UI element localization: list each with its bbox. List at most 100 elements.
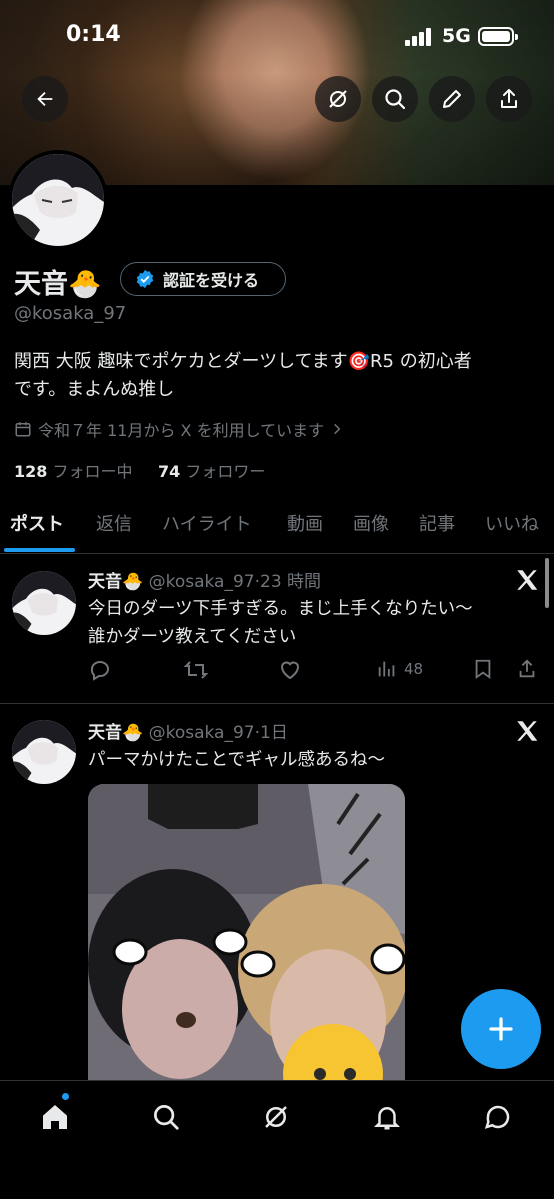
repost-icon	[184, 661, 208, 679]
post-time: 1日	[260, 723, 288, 743]
avatar-image	[12, 720, 76, 784]
search-button[interactable]	[372, 76, 418, 122]
plus-icon	[489, 1017, 513, 1041]
post-text: パーマかけたことでギャル感あるね〜	[88, 746, 538, 774]
edit-button[interactable]	[429, 76, 475, 122]
views-count: 48	[404, 660, 424, 678]
tab-videos[interactable]: 動画	[287, 510, 323, 536]
display-name: 天音🐣	[14, 262, 102, 301]
back-button[interactable]	[22, 76, 68, 122]
nav-grok[interactable]	[258, 1099, 294, 1135]
post-header: 天音🐣 @kosaka_97·1日	[88, 723, 288, 743]
reply-button[interactable]	[88, 658, 112, 682]
heart-icon	[280, 661, 300, 680]
like-button[interactable]	[278, 658, 302, 682]
post-divider	[0, 703, 554, 704]
views-button[interactable]: 48	[376, 658, 423, 680]
following-count: 128	[14, 462, 48, 481]
verified-badge-icon	[136, 269, 154, 289]
post-author-handle: @kosaka_97	[148, 572, 255, 592]
grok-button[interactable]	[315, 76, 361, 122]
joined-text: 令和７年 11月から X を利用しています	[38, 421, 325, 440]
chick-emoji: 🐣	[68, 269, 102, 300]
share-button[interactable]	[486, 76, 532, 122]
chevron-right-icon	[334, 423, 341, 435]
profile-avatar[interactable]	[8, 150, 108, 250]
repost-button[interactable]	[184, 658, 208, 682]
share-icon	[519, 659, 535, 678]
post-avatar[interactable]	[12, 720, 76, 784]
chick-emoji: 🐣	[122, 723, 144, 743]
following-label: フォロー中	[52, 462, 133, 481]
avatar-image	[12, 154, 104, 246]
grok-icon	[265, 1106, 287, 1128]
post-author-name[interactable]: 天音	[88, 572, 122, 592]
x-logo-icon	[517, 570, 538, 590]
status-time: 0:14	[66, 22, 121, 47]
avatar-image	[12, 571, 76, 635]
post-text-line: 誰かダーツ教えてください	[88, 627, 297, 647]
verify-label: 認証を受ける	[163, 271, 260, 290]
bookmark-icon	[475, 659, 491, 680]
post-text-line: 今日のダーツ下手すぎる。まじ上手くなりたい〜	[88, 599, 473, 619]
bottom-navigation	[0, 1080, 554, 1199]
analytics-icon	[378, 661, 395, 677]
post-author-name[interactable]: 天音	[88, 723, 122, 743]
nav-search[interactable]	[148, 1099, 184, 1135]
post-text: 今日のダーツ下手すぎる。まじ上手くなりたい〜 誰かダーツ教えてください	[88, 595, 538, 651]
pencil-icon	[443, 90, 461, 108]
tab-images[interactable]: 画像	[353, 510, 389, 536]
bell-icon	[373, 1107, 401, 1130]
followers-count: 74	[157, 462, 181, 481]
signal-icon	[405, 28, 435, 46]
tab-replies[interactable]: 返信	[96, 510, 132, 536]
get-verified-button[interactable]: 認証を受ける	[120, 262, 286, 296]
grok-icon	[329, 90, 347, 108]
post-header: 天音🐣 @kosaka_97·23 時間	[88, 572, 322, 592]
reply-icon	[90, 661, 109, 681]
nav-notifications[interactable]	[369, 1099, 405, 1135]
status-bar: 0:14 5G	[0, 0, 554, 70]
bio-line: です。まよんぬ推し	[14, 379, 175, 400]
share-post-button[interactable]	[516, 658, 538, 680]
home-icon	[43, 1105, 67, 1129]
tab-likes[interactable]: いいね	[485, 510, 539, 536]
active-tab-indicator	[4, 548, 75, 552]
calendar-icon	[15, 422, 31, 437]
compose-post-button[interactable]	[461, 989, 541, 1069]
home-notification-dot	[62, 1093, 69, 1100]
display-name-text: 天音	[14, 269, 68, 300]
x-logo-icon	[517, 721, 538, 741]
post-author-handle: @kosaka_97	[148, 723, 255, 743]
joined-date[interactable]: 令和７年 11月から X を利用しています	[14, 417, 344, 441]
post-actions: 48	[88, 658, 540, 688]
chat-icon	[484, 1105, 510, 1129]
followers-link[interactable]: 74 フォロワー	[158, 462, 265, 481]
tab-posts[interactable]: ポスト	[10, 510, 64, 536]
network-type: 5G	[442, 25, 471, 47]
search-icon	[385, 89, 406, 110]
scrollbar[interactable]	[545, 558, 549, 608]
followers-label: フォロワー	[185, 462, 266, 481]
tab-articles[interactable]: 記事	[419, 510, 455, 536]
bio-line: 関西 大阪 趣味でポケカとダーツしてます🎯R5 の初心者	[14, 351, 472, 372]
profile-handle: @kosaka_97	[14, 303, 127, 324]
share-icon	[501, 89, 517, 108]
profile-tabs: ポスト 返信 ハイライト 動画 画像 記事 いいね	[0, 500, 554, 554]
profile-bio: 関西 大阪 趣味でポケカとダーツしてます🎯R5 の初心者 です。まよんぬ推し	[14, 348, 534, 404]
post-media-image[interactable]	[88, 784, 405, 1104]
post-time: 23 時間	[260, 572, 322, 592]
post-avatar[interactable]	[12, 571, 76, 635]
nav-messages[interactable]	[480, 1099, 516, 1135]
battery-icon	[478, 27, 518, 46]
chick-emoji: 🐣	[122, 572, 144, 592]
follow-stats: 128 フォロー中 74 フォロワー	[14, 458, 265, 482]
post-text-line: パーマかけたことでギャル感あるね〜	[88, 750, 385, 770]
tab-highlights[interactable]: ハイライト	[162, 510, 252, 536]
nav-home[interactable]	[37, 1099, 73, 1135]
photo-content	[88, 784, 405, 1104]
following-link[interactable]: 128 フォロー中	[14, 462, 133, 481]
search-icon	[154, 1105, 179, 1130]
bookmark-button[interactable]	[472, 658, 494, 680]
arrow-left-icon	[37, 91, 53, 107]
